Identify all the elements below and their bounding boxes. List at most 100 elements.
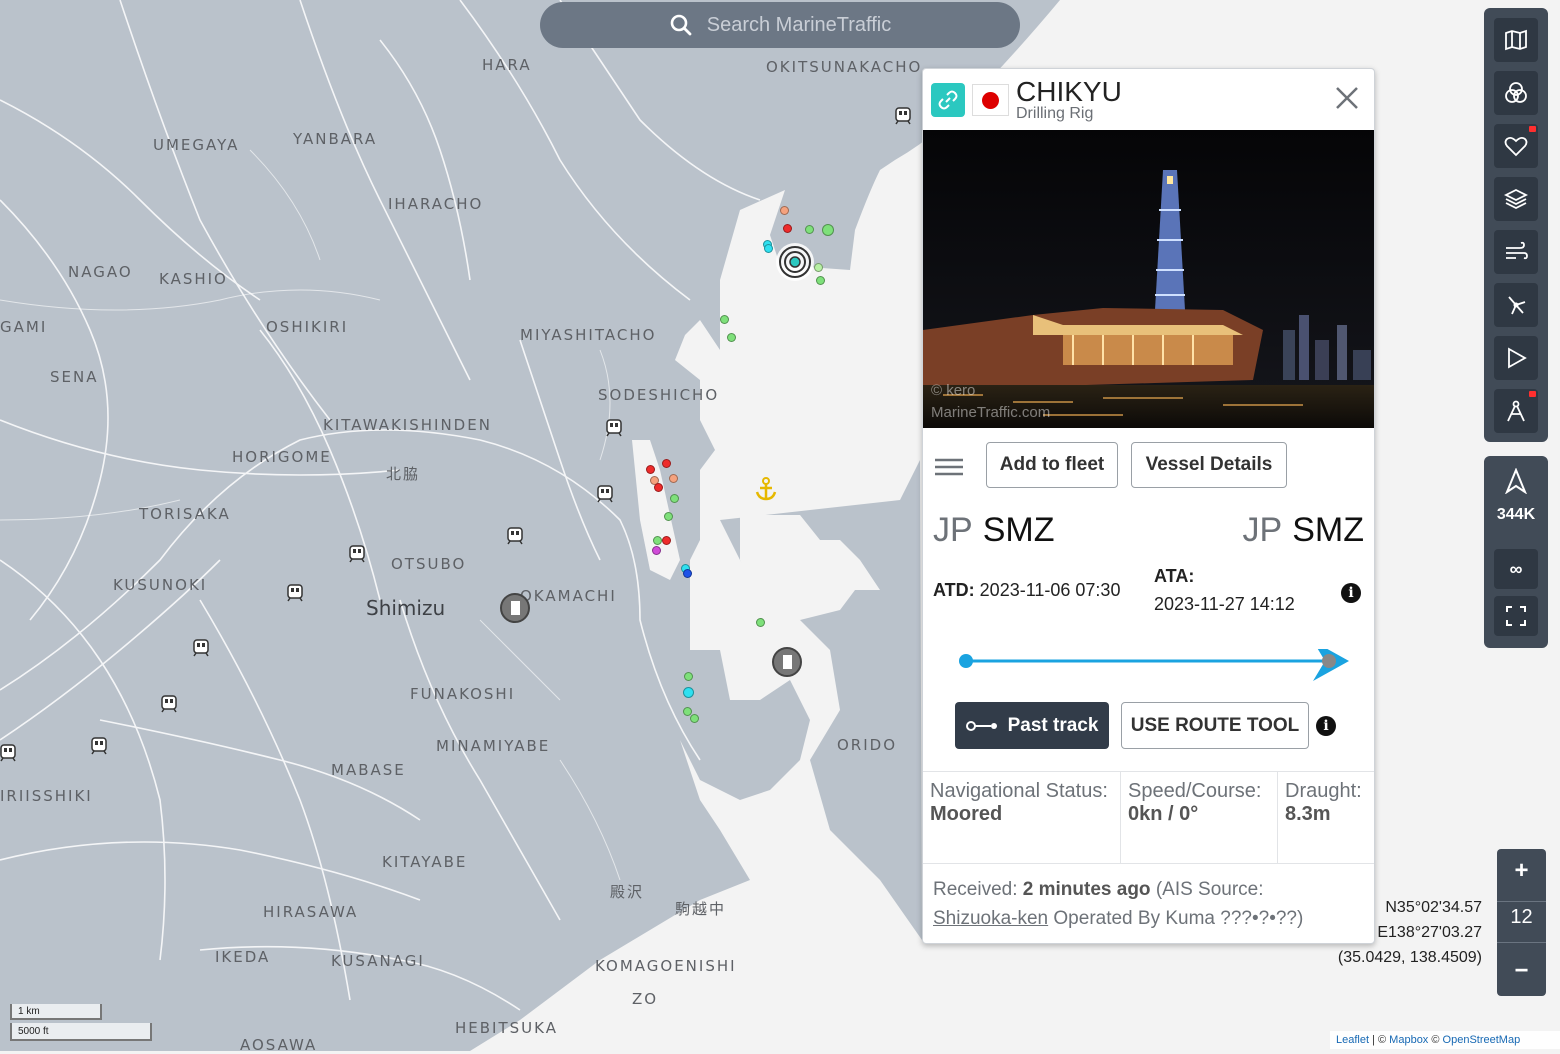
layers-button[interactable] <box>1494 177 1538 221</box>
navigation-arrow-icon[interactable] <box>1505 468 1527 494</box>
info-icon[interactable]: i <box>1341 583 1361 603</box>
measure-icon <box>1507 400 1525 422</box>
zoom-out-button[interactable]: − <box>1497 957 1546 985</box>
place-label: GAMI <box>0 318 48 336</box>
anchorage-icon[interactable] <box>754 477 778 503</box>
draught-cell: Draught: 8.3m <box>1278 772 1374 863</box>
train-station-icon[interactable] <box>895 107 911 125</box>
vessel-marker[interactable] <box>727 333 736 342</box>
map-toolbar-secondary: 344K ∞ <box>1484 456 1548 648</box>
unlimited-button[interactable]: ∞ <box>1494 549 1538 589</box>
atd: ATD: 2023-11-06 07:30 <box>933 580 1120 601</box>
speed-course-value: 0kn / 0° <box>1128 803 1199 825</box>
attribution-separator: © <box>1428 1034 1443 1046</box>
search-input[interactable]: Search MarineTraffic <box>707 14 892 37</box>
place-label: 北脇 <box>386 465 421 483</box>
menu-icon[interactable] <box>935 458 963 476</box>
place-label: KITAYABE <box>382 853 468 871</box>
landmark-building-icon[interactable] <box>772 647 802 677</box>
add-to-fleet-button[interactable]: Add to fleet <box>986 442 1118 488</box>
close-icon[interactable] <box>1332 83 1362 113</box>
vessel-marker[interactable] <box>783 224 792 233</box>
vessel-marker[interactable] <box>662 459 671 468</box>
lock-icon <box>1529 391 1536 397</box>
arrival-marker <box>1322 654 1336 668</box>
weather-button[interactable] <box>1494 230 1538 274</box>
train-station-icon[interactable] <box>91 737 107 755</box>
train-station-icon[interactable] <box>161 695 177 713</box>
vessel-name: CHIKYU <box>1016 76 1122 107</box>
train-station-icon[interactable] <box>0 744 16 762</box>
place-label: FUNAKOSHI <box>410 685 516 703</box>
vessel-marker[interactable] <box>683 687 694 698</box>
search-icon <box>670 14 692 36</box>
train-station-icon[interactable] <box>507 527 523 545</box>
landmark-building-icon[interactable] <box>500 593 530 623</box>
fullscreen-button[interactable] <box>1494 596 1538 636</box>
vessel-marker[interactable] <box>669 474 678 483</box>
place-label: YANBARA <box>293 130 378 148</box>
past-track-button[interactable]: Past track <box>955 702 1109 749</box>
vessel-marker[interactable] <box>822 224 834 236</box>
atd-value: 2023-11-06 07:30 <box>979 580 1121 600</box>
speed-course-label: Speed/Course: <box>1128 780 1262 802</box>
vessel-marker[interactable] <box>654 483 663 492</box>
playback-button[interactable] <box>1494 336 1538 380</box>
mapbox-link[interactable]: Mapbox <box>1389 1034 1428 1046</box>
osm-link[interactable]: OpenStreetMap <box>1443 1034 1521 1046</box>
received-label: Received: <box>933 879 1018 900</box>
vessel-marker[interactable] <box>720 315 729 324</box>
train-station-icon[interactable] <box>193 639 209 657</box>
train-station-icon[interactable] <box>597 485 613 503</box>
vessel-type: Drilling Rig <box>1016 105 1094 122</box>
vessel-marker[interactable] <box>814 263 823 272</box>
train-station-icon[interactable] <box>287 584 303 602</box>
vessel-marker[interactable] <box>756 618 765 627</box>
train-station-icon[interactable] <box>606 419 622 437</box>
density-button[interactable] <box>1494 283 1538 327</box>
vessel-marker[interactable] <box>652 546 661 555</box>
measure-button[interactable] <box>1494 389 1538 433</box>
vessel-marker[interactable] <box>764 244 773 253</box>
route-tool-button[interactable]: USE ROUTE TOOL <box>1121 702 1309 749</box>
filters-button[interactable] <box>1494 71 1538 115</box>
vessel-marker[interactable] <box>805 225 814 234</box>
vessel-marker[interactable] <box>670 494 679 503</box>
zoom-control: + 12 − <box>1497 849 1546 996</box>
leaflet-link[interactable]: Leaflet <box>1336 1034 1369 1046</box>
link-icon <box>938 90 958 110</box>
vessel-marker[interactable] <box>684 672 693 681</box>
scale-km: 1 km <box>10 1004 102 1020</box>
zoom-in-button[interactable]: + <box>1497 857 1546 885</box>
vessel-marker[interactable] <box>646 465 655 474</box>
place-label: SODESHICHO <box>598 386 720 404</box>
vessel-marker[interactable] <box>690 714 699 723</box>
route-info-icon[interactable]: i <box>1316 716 1336 736</box>
place-label: KUSANAGI <box>331 952 425 970</box>
vessel-photo[interactable]: © kero MarineTraffic.com <box>923 130 1374 428</box>
vessel-marker[interactable] <box>653 536 662 545</box>
selected-vessel-marker[interactable] <box>774 241 816 283</box>
vessel-marker[interactable] <box>662 536 671 545</box>
train-station-icon[interactable] <box>349 545 365 563</box>
ais-source-link[interactable]: Shizuoka-ken <box>933 908 1048 929</box>
place-label: HARA <box>482 56 532 74</box>
vessel-marker[interactable] <box>816 276 825 285</box>
place-label: TORISAKA <box>139 505 231 523</box>
vessel-marker[interactable] <box>664 512 673 521</box>
vessel-details-button[interactable]: Vessel Details <box>1131 442 1287 488</box>
vessel-marker[interactable] <box>683 569 692 578</box>
latitude-readout: N35°02'34.57 <box>1385 899 1482 916</box>
favorites-button[interactable] <box>1494 124 1538 168</box>
share-link-button[interactable] <box>931 83 965 117</box>
weather-icon <box>1506 241 1528 260</box>
place-label: SENA <box>50 368 99 386</box>
received-value: 2 minutes ago <box>1022 879 1151 900</box>
place-label: MIYASHITACHO <box>520 326 657 344</box>
vessel-marker[interactable] <box>780 206 789 215</box>
map-icon <box>1505 29 1527 51</box>
lock-icon <box>1529 126 1536 132</box>
search-bar[interactable]: Search MarineTraffic <box>540 2 1020 48</box>
arrival-port-code: SMZ <box>1292 511 1364 549</box>
map-options-button[interactable] <box>1494 18 1538 62</box>
